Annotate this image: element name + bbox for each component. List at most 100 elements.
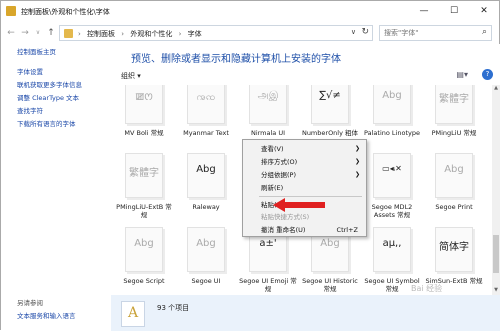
up-arrow-icon[interactable]: ↑	[45, 26, 57, 40]
font-name: Segoe UI Emoji 常规	[239, 277, 297, 293]
help-icon[interactable]: ?	[482, 69, 493, 80]
font-sample: ∑√≠	[319, 90, 341, 101]
search-input[interactable]	[384, 26, 479, 40]
font-sample: Abg	[444, 164, 464, 175]
font-tile[interactable]: 繁體字 PMingLiU-ExtB 常规	[113, 153, 175, 225]
font-preview: ꩠꩡ	[187, 85, 225, 124]
menu-item-label: 查看(V)	[261, 145, 284, 153]
font-tile[interactable]: Abg Segoe UI Historic 常规	[299, 227, 361, 295]
menu-item-refresh[interactable]: 刷新(E)	[243, 182, 366, 194]
font-tile[interactable]: Abg Segoe Script	[113, 227, 175, 295]
font-preview: Abg	[125, 227, 163, 272]
breadcrumb-separator: ›	[78, 30, 81, 38]
sidebar-item-find-char[interactable]: 查找字符	[17, 105, 43, 115]
maximize-button[interactable]: ☐	[439, 1, 469, 22]
back-arrow-icon[interactable]: ←	[5, 26, 17, 40]
font-name: Segoe MDL2 Assets 常规	[371, 203, 413, 219]
menu-item-label: 刷新(E)	[261, 184, 284, 192]
font-sample: Abg	[382, 90, 402, 101]
sidebar-item-online-fonts[interactable]: 联机获取更多字体信息	[17, 79, 82, 89]
font-preview: 简体字	[435, 227, 473, 272]
font-name: Segoe Print	[435, 203, 473, 211]
vertical-scrollbar[interactable]: ▲ ▼	[492, 85, 500, 295]
view-options-icon[interactable]: ▤▾	[456, 70, 468, 79]
forward-arrow-icon[interactable]: →	[19, 26, 31, 40]
font-tile[interactable]: 繁體字 PMingLiU 常规	[423, 85, 485, 151]
shortcut-key: Ctrl+Z	[336, 226, 358, 234]
submenu-arrow-icon: ❯	[354, 145, 360, 152]
page-title: 预览、删除或者显示和隐藏计算机上安装的字体	[131, 54, 341, 65]
fonts-folder-icon	[6, 6, 16, 16]
font-name: PMingLiU 常规	[431, 129, 477, 137]
font-name: Nirmala UI	[250, 129, 286, 137]
sidebar-item-text-services[interactable]: 文本服务和输入语言	[17, 310, 76, 320]
sidebar-item-download-fonts[interactable]: 下载所有语言的字体	[17, 118, 76, 128]
address-row: ← → ∨ ↑ › 控制面板 › 外观和个性化 › 字体 ∨ ↻ ⌕	[1, 22, 499, 44]
breadcrumb-fonts[interactable]: 字体	[188, 30, 202, 38]
font-preview: Abg	[187, 227, 225, 272]
scroll-up-icon[interactable]: ▲	[492, 85, 500, 93]
font-sample: 繁體字	[129, 168, 159, 179]
font-name: PMingLiU-ExtB 常规	[116, 203, 172, 219]
see-also-title: 另请参阅	[17, 299, 43, 307]
breadcrumb-separator: ›	[121, 30, 125, 38]
menu-item-view[interactable]: 查看(V) ❯	[243, 143, 366, 155]
scroll-down-icon[interactable]: ▼	[492, 287, 500, 295]
font-preview: அஇ	[249, 85, 287, 124]
font-sample: aμ,,	[382, 238, 402, 249]
recent-chevron-icon[interactable]: ∨	[32, 26, 44, 40]
font-preview: Abg	[187, 153, 225, 198]
font-sample: 简体字	[439, 242, 469, 253]
sidebar-item-font-settings[interactable]: 字体设置	[17, 66, 43, 76]
details-pane: 93 个项目	[111, 295, 500, 331]
breadcrumb: › 控制面板 › 外观和个性化 › 字体	[78, 29, 206, 39]
search-icon[interactable]: ⌕	[482, 27, 487, 37]
watermark: Bai 经验	[411, 284, 443, 293]
font-preview: 繁體字	[125, 153, 163, 198]
submenu-arrow-icon: ❯	[354, 171, 360, 178]
font-preview: ▭◂ᵢ✕	[373, 153, 411, 198]
font-sample: a±'	[259, 238, 277, 249]
font-preview: ꯀꯁ	[125, 85, 163, 124]
menu-item-label: 分组依据(P)	[261, 171, 296, 179]
breadcrumb-control-panel[interactable]: 控制面板	[87, 30, 115, 38]
close-button[interactable]: ✕	[469, 1, 499, 22]
search-box[interactable]: ⌕	[379, 25, 492, 41]
font-sample: ꯀꯁ	[135, 92, 153, 103]
font-preview: Abg	[373, 85, 411, 124]
font-name: Myanmar Text	[183, 129, 229, 137]
address-bar[interactable]: › 控制面板 › 外观和个性化 › 字体 ∨ ↻	[59, 25, 373, 41]
font-tile[interactable]: ▭◂ᵢ✕ Segoe MDL2 Assets 常规	[361, 153, 423, 225]
organize-button[interactable]: 组织 ▾	[121, 71, 141, 81]
menu-item-label: 排序方式(O)	[261, 158, 298, 166]
font-tile[interactable]: ꩠꩡ Myanmar Text	[175, 85, 237, 151]
sidebar: 控制面板主页 字体设置 联机获取更多字体信息 调整 ClearType 文本 查…	[1, 44, 111, 331]
title-bar: 控制面板\外观和个性化\字体 — ☐ ✕	[1, 1, 499, 22]
menu-item-sort[interactable]: 排序方式(O) ❯	[243, 156, 366, 168]
font-preview: 繁體字	[435, 85, 473, 124]
sidebar-item-cleartype[interactable]: 调整 ClearType 文本	[17, 92, 79, 102]
font-tile[interactable]: Abg Segoe Print	[423, 153, 485, 225]
minimize-button[interactable]: —	[409, 1, 439, 22]
font-name: MV Boli 常规	[124, 129, 164, 137]
scrollbar-thumb[interactable]	[493, 235, 499, 273]
font-sample: Abg	[196, 164, 216, 175]
menu-item-undo-rename[interactable]: 撤消 重命名(U) Ctrl+Z	[243, 224, 366, 236]
address-dropdown-icon[interactable]: ∨	[351, 28, 356, 36]
font-tile[interactable]: Abg Palatino Linotype	[361, 85, 423, 151]
font-sample: அஇ	[257, 90, 279, 101]
font-tile[interactable]: a±' Segoe UI Emoji 常规	[237, 227, 299, 295]
refresh-icon[interactable]: ↻	[361, 27, 369, 37]
font-name: Palatino Linotype	[364, 129, 420, 137]
menu-item-label: 撤消 重命名(U)	[261, 226, 306, 234]
font-sample: ꩠꩡ	[196, 92, 216, 103]
font-name: Segoe UI Historic 常规	[302, 277, 358, 293]
sidebar-item-home[interactable]: 控制面板主页	[17, 46, 56, 56]
font-tile[interactable]: ꯀꯁ MV Boli 常规	[113, 85, 175, 151]
window-title: 控制面板\外观和个性化\字体	[21, 8, 110, 16]
font-tile[interactable]: Abg Segoe UI	[175, 227, 237, 295]
font-tile[interactable]: Abg Raleway	[175, 153, 237, 225]
breadcrumb-appearance[interactable]: 外观和个性化	[130, 30, 172, 38]
menu-item-group[interactable]: 分组依据(P) ❯	[243, 169, 366, 181]
explorer-window: 控制面板\外观和个性化\字体 — ☐ ✕ ← → ∨ ↑ › 控制面板 › 外观…	[0, 0, 500, 331]
